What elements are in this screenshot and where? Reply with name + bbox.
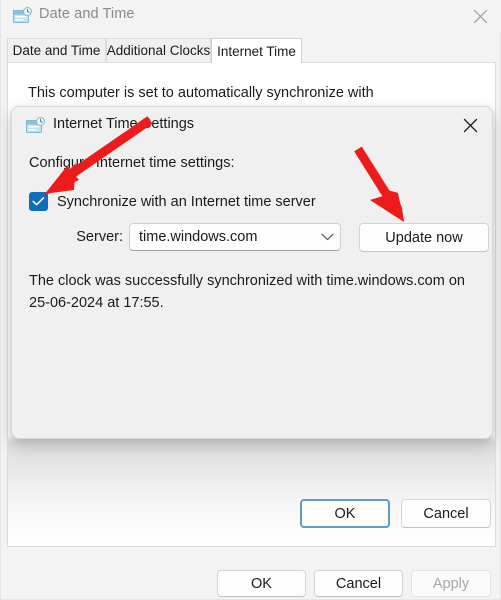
cancel-button[interactable]: Cancel bbox=[314, 570, 403, 597]
internet-time-settings-dialog: Internet Time Settings Configure Interne… bbox=[11, 106, 493, 528]
dialog-cancel-label: Cancel bbox=[423, 505, 469, 522]
screenshot-root: Date and Time Date and Time Additional C… bbox=[0, 0, 501, 600]
dialog-close-icon[interactable] bbox=[448, 107, 492, 143]
calendar-clock-icon bbox=[13, 7, 33, 25]
server-label: Server: bbox=[76, 229, 123, 245]
update-now-button[interactable]: Update now bbox=[359, 223, 489, 252]
tab-date-and-time[interactable]: Date and Time bbox=[7, 38, 106, 62]
close-icon[interactable] bbox=[458, 0, 501, 32]
sync-checkbox-label: Synchronize with an Internet time server bbox=[57, 193, 316, 210]
tab-additional-clocks[interactable]: Additional Clocks bbox=[106, 38, 211, 62]
window-titlebar: Date and Time bbox=[1, 0, 501, 32]
tab-page-description: This computer is set to automatically sy… bbox=[28, 85, 374, 101]
dialog-cancel-button[interactable]: Cancel bbox=[401, 499, 491, 528]
window-title: Date and Time bbox=[39, 6, 135, 22]
dialog-title: Internet Time Settings bbox=[53, 116, 195, 132]
configure-label: Configure Internet time settings: bbox=[29, 155, 235, 171]
cancel-label: Cancel bbox=[335, 575, 382, 592]
tab-label: Date and Time bbox=[12, 43, 101, 58]
ok-button[interactable]: OK bbox=[217, 570, 306, 597]
sync-checkbox-row[interactable]: Synchronize with an Internet time server bbox=[29, 192, 316, 211]
calendar-clock-icon bbox=[26, 117, 46, 135]
server-combobox[interactable]: time.windows.com bbox=[129, 223, 341, 251]
update-now-label: Update now bbox=[385, 229, 463, 246]
ok-label: OK bbox=[251, 575, 272, 592]
date-and-time-window: Date and Time Date and Time Additional C… bbox=[0, 0, 501, 600]
tab-internet-time[interactable]: Internet Time bbox=[211, 38, 302, 63]
sync-checkbox[interactable] bbox=[29, 192, 48, 211]
dialog-ok-label: OK bbox=[334, 505, 356, 522]
tab-label: Additional Clocks bbox=[106, 43, 211, 58]
tabstrip: Date and Time Additional Clocks Internet… bbox=[1, 38, 501, 63]
dialog-ok-button[interactable]: OK bbox=[300, 499, 390, 528]
sync-status-text: The clock was successfully synchronized … bbox=[29, 273, 465, 311]
server-combobox-value: time.windows.com bbox=[139, 229, 258, 245]
tab-label: Internet Time bbox=[217, 43, 296, 59]
apply-button[interactable]: Apply bbox=[411, 570, 491, 597]
chevron-down-icon[interactable] bbox=[314, 233, 340, 241]
apply-label: Apply bbox=[432, 575, 470, 592]
dialog-titlebar: Internet Time Settings bbox=[12, 107, 492, 143]
